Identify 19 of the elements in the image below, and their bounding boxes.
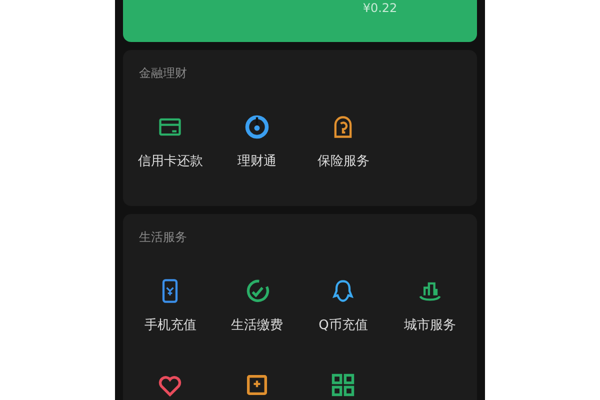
service-item[interactable]: 保险服务 [300,114,386,170]
service-label: 信用卡还款 [138,154,203,170]
service-label: 理财通 [237,154,276,170]
penguin-icon [330,278,356,304]
service-label: 保险服务 [317,154,370,170]
service-label: 城市服务 [404,318,456,334]
service-item[interactable]: 生活缴费 [214,278,300,334]
service-item[interactable]: 手机充值 [127,278,214,334]
service-label: Q币充值 [318,318,368,334]
section-title: 生活服务 [138,229,188,246]
grid-icon [330,372,356,398]
service-item[interactable]: 理财通 [214,114,300,170]
service-item[interactable]: 信用卡还款 [127,114,214,170]
section-title: 金融理财 [138,65,188,82]
balance-amount: ¥0.22 [362,1,398,15]
service-item[interactable]: Q币充值 [300,278,386,334]
service-item[interactable]: 城市服务 [386,278,473,334]
service-label: 生活缴费 [230,318,283,334]
service-label: 手机充值 [144,318,196,334]
